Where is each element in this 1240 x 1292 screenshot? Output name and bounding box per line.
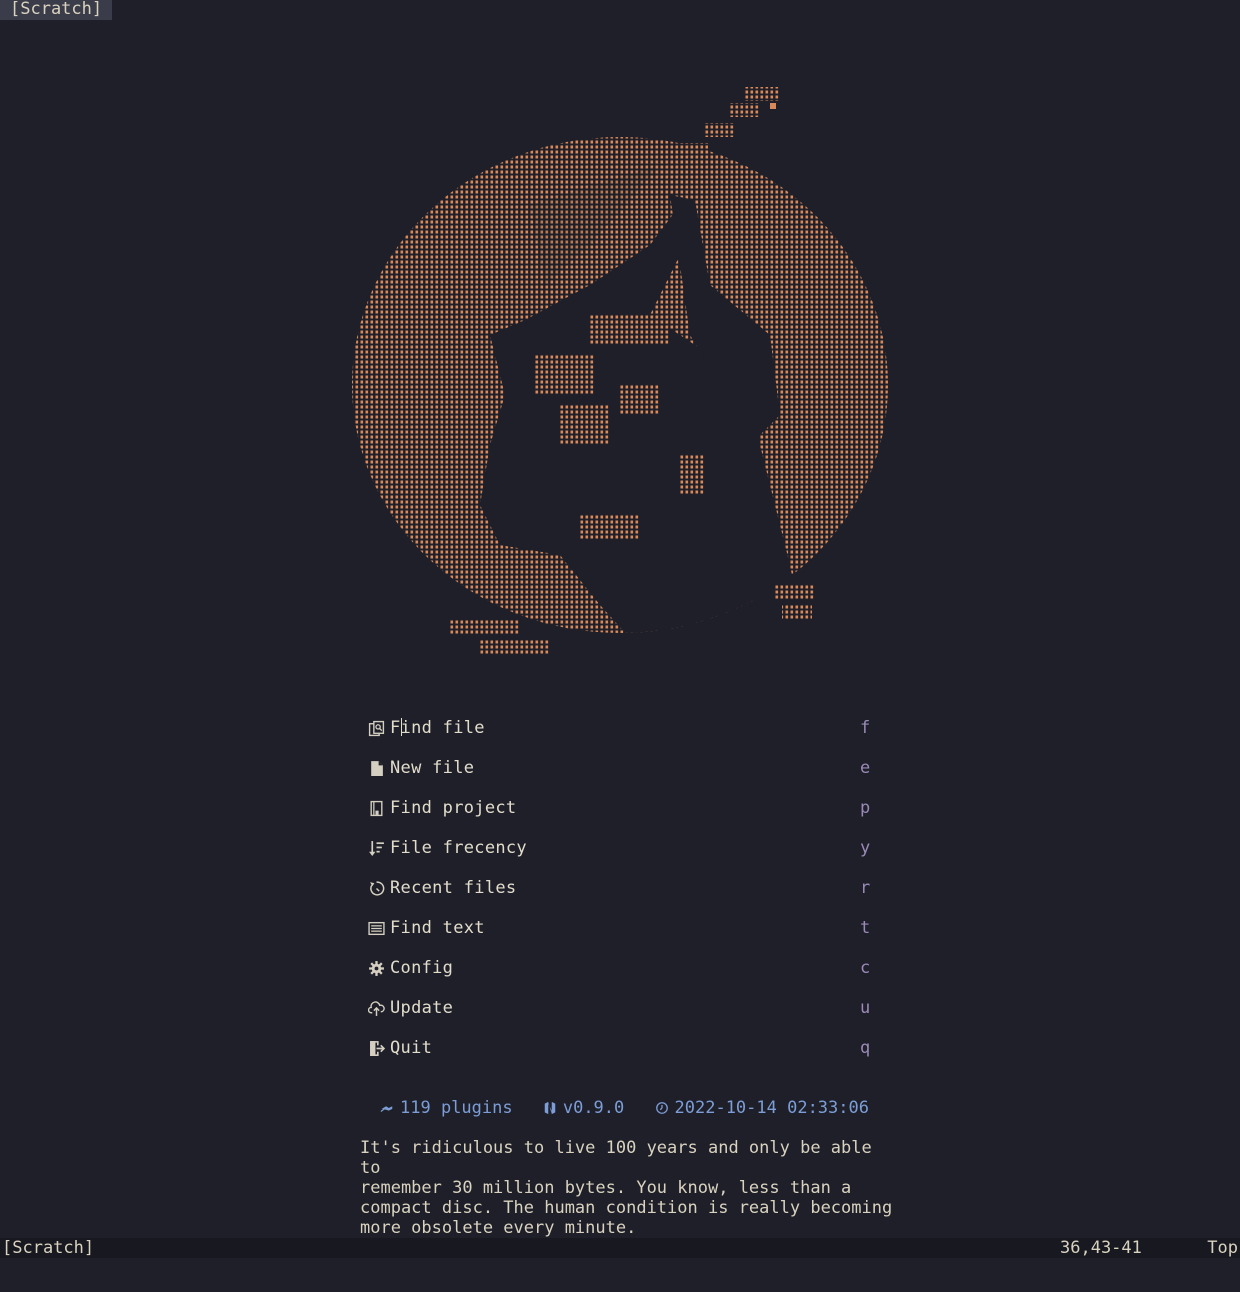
gear-icon [368,960,386,978]
datetime: 2022-10-14 02:33:06 [655,1098,869,1118]
find-file-icon [368,720,386,738]
plugins-count-label: 119 plugins [400,1098,513,1118]
menu-item-update[interactable]: Update u [368,998,878,1038]
menu-item-file-frecency[interactable]: File frecency y [368,838,878,878]
menu-item-label: Recent files [390,878,517,898]
menu-item-find-file[interactable]: Find file f [368,718,878,758]
status-filename: [Scratch] [2,1238,95,1258]
ascii-art-icon [352,87,888,654]
cloud-upload-icon [368,1000,386,1018]
menu-item-key: e [860,758,871,778]
version-label: v0.9.0 [562,1098,625,1118]
text-search-icon [368,920,386,938]
neovim-version: v0.9.0 [543,1098,624,1118]
menu-item-label: New file [390,758,475,778]
menu-item-key: t [860,918,871,938]
menu-item-recent-files[interactable]: Recent files r [368,878,878,918]
menu-item-config[interactable]: Config c [368,958,878,998]
menu-item-label: Update [390,998,454,1018]
menu-item-label: Quit [390,1038,433,1058]
menu-item-label: File frecency [390,838,527,858]
plug-icon [380,1106,393,1112]
menu-item-key: u [860,998,871,1018]
status-scroll: Top [1207,1238,1238,1258]
menu-item-quit[interactable]: Quit q [368,1038,878,1078]
menu-item-key: p [860,798,871,818]
sort-icon [368,840,386,858]
dashboard-menu: Find file f New file e Find project p Fi… [368,718,878,1078]
project-icon [368,800,386,818]
menu-item-label: Config [390,958,454,978]
statusline: [Scratch] 36,43-41 Top [0,1238,1240,1258]
menu-item-find-text[interactable]: Find text t [368,918,878,958]
menu-item-key: c [860,958,871,978]
datetime-label: 2022-10-14 02:33:06 [674,1098,869,1118]
menu-item-key: f [860,718,871,738]
menu-label-rest: ind file [400,718,485,738]
status-cursor-position: 36,43-41 [1060,1238,1142,1258]
menu-item-label: Find text [390,918,485,938]
new-file-icon [368,760,386,778]
neovim-icon [544,1101,556,1115]
tab-scratch[interactable]: [Scratch] [0,0,113,20]
clock-icon [655,1102,668,1114]
menu-item-new-file[interactable]: New file e [368,758,878,798]
menu-item-key: r [860,878,871,898]
plugins-count: 119 plugins [380,1098,513,1118]
menu-label-first-char: F [390,718,401,738]
menu-item-label: Find file [390,718,485,738]
dashboard-quote: It's ridiculous to live 100 years and on… [360,1138,893,1238]
menu-item-key: y [860,838,871,858]
exit-icon [368,1040,386,1058]
menu-item-find-project[interactable]: Find project p [368,798,878,838]
header-ascii-art [350,85,890,660]
menu-item-key: q [860,1038,871,1058]
menu-item-label: Find project [390,798,517,818]
footer-stats: 119 plugins v0.9.0 2022-10-14 02:33:06 [380,1098,889,1120]
history-icon [368,880,386,898]
tabline: [Scratch] [0,0,1240,20]
